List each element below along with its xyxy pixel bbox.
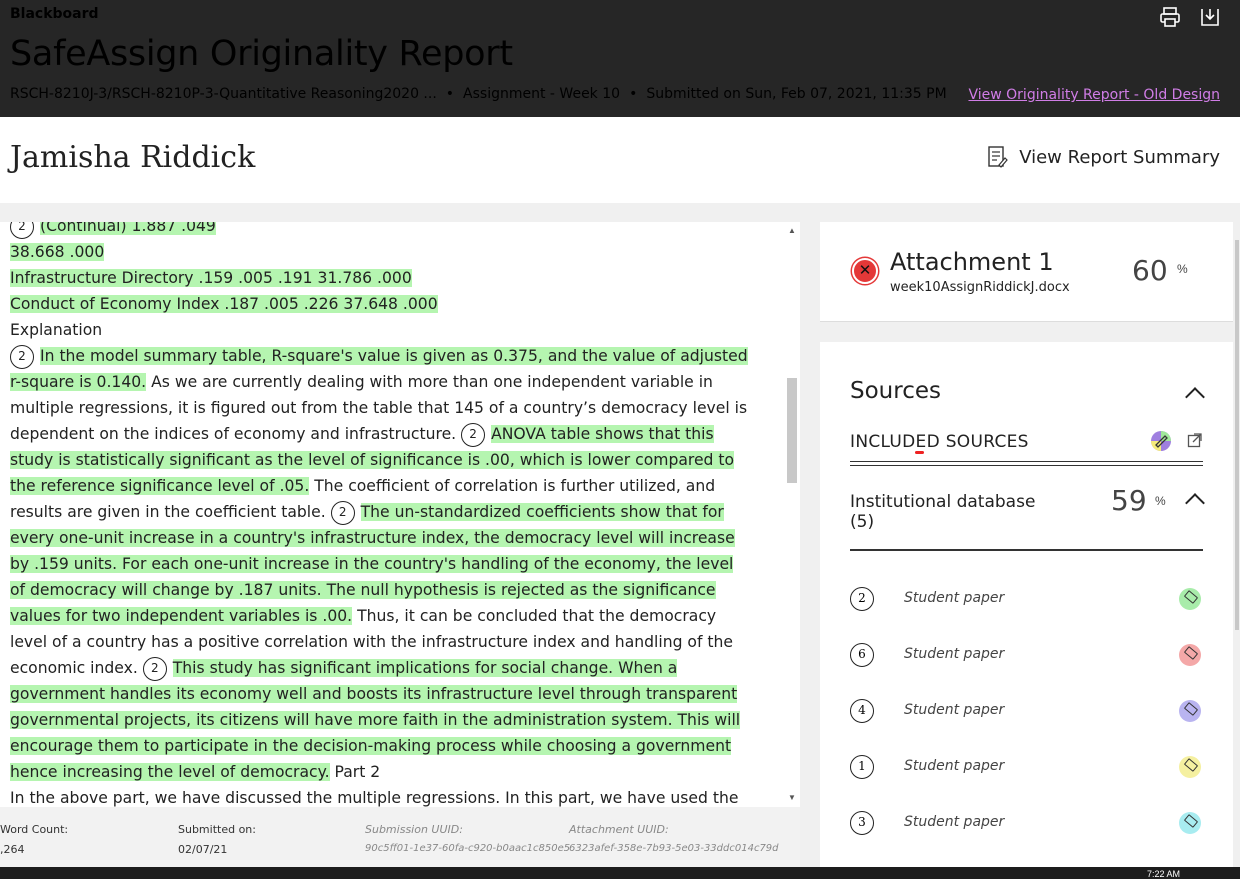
highlight-source-icon[interactable] (1179, 700, 1201, 722)
highlight-source-icon[interactable] (1179, 812, 1201, 834)
scroll-up-arrow[interactable]: ▲ (786, 226, 798, 238)
highlight-source-icon[interactable] (1179, 756, 1201, 778)
source-match-marker[interactable]: 2 (10, 344, 34, 369)
highlight-all-icon[interactable] (1150, 430, 1172, 452)
source-number: 2 (850, 587, 874, 611)
brand-logo: Blackboard (10, 6, 99, 22)
page-title: SafeAssign Originality Report (10, 34, 513, 74)
matched-text[interactable]: 38.668 .000 (10, 243, 105, 261)
word-count-label: Word Count: (0, 823, 69, 836)
scroll-down-arrow[interactable]: ▼ (786, 793, 798, 805)
matched-text[interactable]: Infrastructure Directory .159 .005 .191 … (10, 269, 412, 287)
source-match-marker[interactable]: 2 (330, 500, 355, 525)
submitted-label: Submitted on: (178, 823, 256, 836)
document-panel[interactable]: 2 (Continual) 1.887 .049 38.668 .000 Infr… (0, 222, 800, 807)
submitted-value: 02/07/21 (178, 843, 228, 856)
attachment-filename: week10AssignRiddickJ.docx (890, 280, 1070, 295)
source-item[interactable]: 6 Student paper (850, 641, 1210, 671)
document-text: 2 (Continual) 1.887 .049 38.668 .000 Infr… (10, 222, 750, 807)
institutional-database-percent: 59 (1111, 484, 1147, 517)
doc-paragraph: In the above part, we have discussed the… (10, 789, 739, 807)
doc-line: Explanation (10, 321, 103, 339)
divider (850, 461, 1203, 466)
plain-text: Part 2 (329, 763, 381, 781)
course-name: RSCH-8210J-3/RSCH-8210P-3-Quantitative R… (10, 86, 437, 102)
old-design-link[interactable]: View Originality Report - Old Design (968, 87, 1220, 103)
download-icon[interactable] (1199, 6, 1221, 28)
institutional-database-count: (5) (850, 512, 875, 532)
open-external-icon[interactable] (1187, 432, 1203, 448)
source-label: Student paper (904, 814, 1005, 830)
divider (850, 549, 1203, 551)
doc-line: 2 (Continual) 1.887 .049 (10, 222, 750, 239)
meta-separator: • (445, 86, 455, 102)
attachment-title: Attachment 1 (890, 248, 1054, 276)
highlight-source-icon[interactable] (1179, 644, 1201, 666)
source-match-marker[interactable]: 2 (461, 422, 486, 447)
source-item[interactable]: 3 Student paper (850, 809, 1210, 839)
spellcheck-mark (915, 451, 924, 454)
high-risk-icon: ✕ (852, 258, 878, 284)
source-item[interactable]: 2 Student paper (850, 585, 1210, 615)
print-icon[interactable] (1159, 6, 1181, 28)
taskbar-clock: 7:22 AM (1146, 869, 1180, 879)
matched-text[interactable]: (Continual) 1.887 .049 (40, 222, 216, 235)
report-summary-icon (988, 146, 1009, 168)
attachment-uuid-label: Attachment UUID: (569, 823, 669, 836)
submission-uuid-label: Submission UUID: (365, 823, 463, 836)
highlight-source-icon[interactable] (1179, 588, 1201, 610)
sources-title: Sources (850, 378, 941, 404)
source-number: 6 (850, 643, 874, 667)
doc-line: Conduct of Economy Index .187 .005 .226 … (10, 291, 750, 317)
word-count-value: ,264 (0, 843, 25, 856)
source-number: 4 (850, 699, 874, 723)
submission-uuid-value: 90c5ff01-1e37-60fa-c920-b0aac1c850e5 (365, 843, 571, 854)
assignment-name: Assignment - Week 10 (463, 86, 621, 102)
matched-text[interactable]: Conduct of Economy Index .187 .005 .226 … (10, 295, 438, 313)
student-name: Jamisha Riddick (10, 140, 256, 175)
doc-line: 38.668 .000 (10, 239, 750, 265)
source-label: Student paper (904, 758, 1005, 774)
institutional-database-heading[interactable]: Institutional database (5) (850, 492, 1035, 532)
os-taskbar: 7:22 AM (0, 867, 1240, 879)
source-number: 3 (850, 811, 874, 835)
document-footer: Word Count: ,264 Submitted on: 02/07/21 … (0, 807, 800, 867)
meta-separator: • (629, 86, 638, 102)
source-match-marker[interactable]: 2 (10, 222, 34, 239)
submitted-date: Submitted on Sun, Feb 07, 2021, 11:35 PM (646, 86, 947, 102)
attachment-percent: 60 (1132, 254, 1168, 287)
view-report-summary-button[interactable]: View Report Summary (987, 145, 1220, 169)
source-label: Student paper (904, 646, 1005, 662)
document-scrollbar[interactable] (783, 222, 800, 807)
source-number: 1 (850, 755, 874, 779)
doc-line: Infrastructure Directory .159 .005 .191 … (10, 265, 750, 291)
included-sources-label: INCLUDED SOURCES (850, 432, 1029, 452)
source-label: Student paper (904, 590, 1005, 606)
doc-paragraph: 2 In the model summary table, R-square's … (10, 343, 750, 785)
institutional-database-percent-sign: % (1155, 494, 1166, 508)
sidebar-scroll-thumb[interactable] (1235, 240, 1239, 630)
source-item[interactable]: 1 Student paper (850, 753, 1210, 783)
document-scroll-thumb[interactable] (787, 378, 797, 483)
source-match-marker[interactable]: 2 (142, 656, 167, 681)
attachment-percent-sign: % (1177, 262, 1188, 276)
attachment-uuid-value: 6323afef-358e-7b93-5e03-33ddc014c79d (569, 843, 779, 854)
report-meta: RSCH-8210J-3/RSCH-8210P-3-Quantitative R… (10, 86, 947, 102)
institutional-database-title: Institutional database (850, 492, 1036, 512)
source-item[interactable]: 4 Student paper (850, 697, 1210, 727)
source-label: Student paper (904, 702, 1005, 718)
view-report-summary-label: View Report Summary (1019, 146, 1220, 168)
